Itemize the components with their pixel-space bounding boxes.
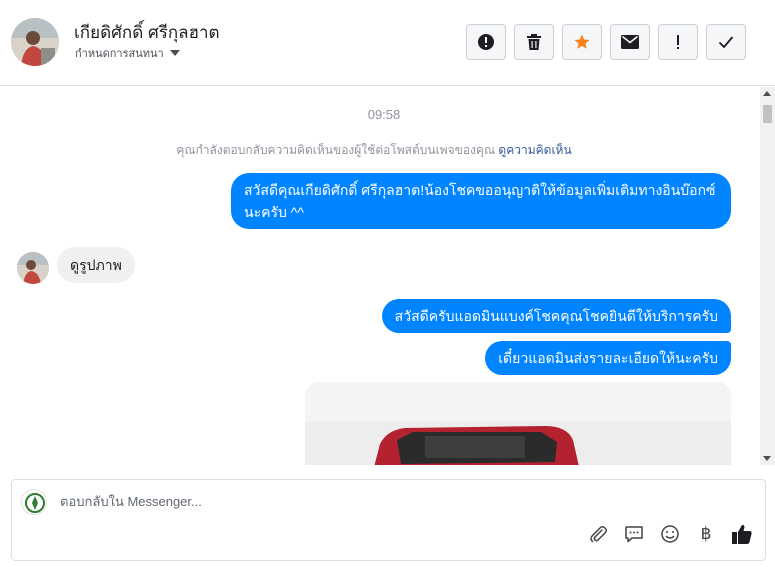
payment-button[interactable]: ฿ (693, 521, 719, 547)
comment-reply-notice: คุณกำลังตอบกลับความคิดเห็นของผู้ใช้ต่อโพ… (0, 141, 748, 160)
view-comment-link[interactable]: ดูความคิดเห็น (498, 143, 571, 157)
notice-text: คุณกำลังตอบกลับความคิดเห็นของผู้ใช้ต่อโพ… (176, 143, 496, 157)
contact-avatar[interactable] (11, 18, 59, 66)
incoming-message: ดูรูปภาพ (57, 247, 135, 283)
trash-icon (527, 34, 541, 50)
delete-button[interactable] (514, 24, 554, 60)
checkmark-icon (718, 36, 734, 49)
saved-reply-button[interactable] (621, 521, 647, 547)
message-timestamp: 09:58 (367, 107, 401, 122)
conversation-header: เกียดิศักดิ์ ศรีกุลฮาต กำหนดการสนทนา (0, 0, 775, 86)
assign-label: กำหนดการสนทนา (75, 48, 164, 60)
reply-composer: ฿ (11, 479, 766, 561)
outgoing-message: เดี๋ยวแอดมินส่งรายละเอียดให้นะครับ (485, 341, 731, 375)
like-button[interactable] (729, 521, 755, 547)
exclamation-icon (677, 35, 679, 49)
page-avatar (21, 489, 47, 515)
follow-up-button[interactable] (658, 24, 698, 60)
header-actions (466, 24, 746, 60)
star-icon (574, 34, 590, 49)
outgoing-message: สวัสดีคุณเกียดิศักดิ์ ศรีกุลฮาต!น้องโชคข… (231, 173, 731, 229)
mark-done-button[interactable] (706, 24, 746, 60)
emoji-button[interactable] (657, 521, 683, 547)
assign-conversation-dropdown[interactable]: กำหนดการสนทนา (75, 44, 180, 62)
contact-avatar-small (17, 252, 49, 284)
saved-reply-icon (625, 526, 643, 543)
scroll-thumb[interactable] (763, 105, 772, 123)
composer-tools: ฿ (585, 521, 755, 547)
contact-name: เกียดิศักดิ์ ศรีกุลฮาต (74, 23, 220, 42)
star-button[interactable] (562, 24, 602, 60)
outgoing-message: สวัสดีครับแอดมินแบงค์โชคคุณโชคยินดีให้บร… (381, 299, 731, 333)
attach-file-button[interactable] (585, 521, 611, 547)
mark-spam-button[interactable] (466, 24, 506, 60)
baht-icon: ฿ (700, 524, 712, 543)
reply-input[interactable] (60, 494, 660, 509)
scroll-up-arrow-icon[interactable] (763, 91, 771, 96)
message-thread[interactable]: 09:58 คุณกำลังตอบกลับความคิดเห็นของผู้ใช… (0, 87, 760, 465)
alert-circle-icon (478, 34, 494, 50)
envelope-icon (621, 35, 639, 49)
thread-scrollbar[interactable] (760, 87, 775, 465)
paperclip-icon (590, 526, 607, 543)
mark-unread-button[interactable] (610, 24, 650, 60)
emoji-icon (661, 525, 679, 543)
scroll-down-arrow-icon[interactable] (763, 456, 771, 461)
caret-down-icon (169, 50, 180, 56)
thumbs-up-icon (732, 524, 752, 544)
sent-photo[interactable] (305, 382, 731, 465)
